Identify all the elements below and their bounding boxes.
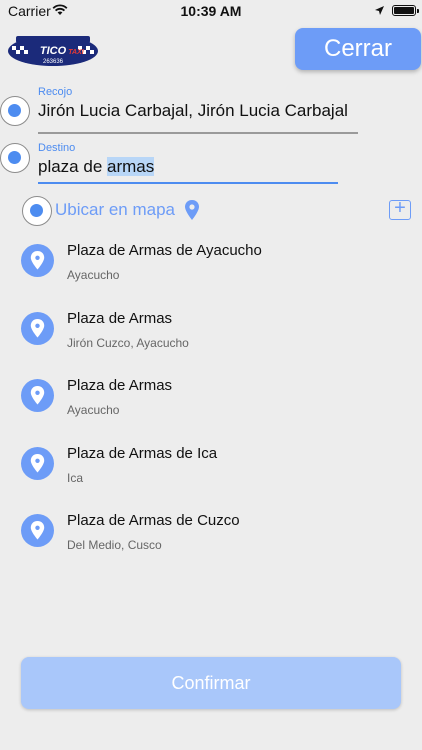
svg-text:TICO: TICO	[40, 45, 67, 57]
svg-text:263636: 263636	[43, 59, 64, 65]
result-title: Plaza de Armas de Ayacucho	[67, 242, 262, 259]
pickup-underline	[38, 132, 358, 134]
destination-underline	[38, 182, 338, 184]
pickup-label: Recojo	[38, 86, 73, 98]
battery-icon	[392, 5, 419, 16]
pickup-input[interactable]: Jirón Lucia Carbajal, Jirón Lucia Carbaj…	[38, 101, 348, 121]
close-button[interactable]: Cerrar	[295, 28, 421, 70]
svg-text:TAXI: TAXI	[68, 49, 84, 56]
result-item[interactable]: Plaza de Armas Ayacucho	[0, 373, 422, 437]
result-title: Plaza de Armas	[67, 310, 173, 327]
destination-input[interactable]: plaza de armas	[38, 157, 155, 177]
result-title: Plaza de Armas	[67, 377, 173, 394]
result-item[interactable]: Plaza de Armas de Ica Ica	[0, 441, 422, 505]
location-arrow-icon	[375, 6, 384, 15]
result-title: Plaza de Armas de Ica	[67, 445, 218, 462]
location-pin-icon	[21, 312, 54, 345]
result-subtitle: Del Medio, Cusco	[67, 538, 162, 552]
confirm-button[interactable]: Confirmar	[21, 657, 401, 709]
map-pin-icon[interactable]	[184, 199, 200, 221]
destination-text: plaza de	[38, 157, 107, 176]
location-pin-icon	[21, 379, 54, 412]
status-bar: Carrier 10:39 AM	[0, 0, 422, 22]
result-subtitle: Ayacucho	[67, 268, 120, 282]
result-subtitle: Ica	[67, 471, 84, 485]
destination-label: Destino	[38, 142, 76, 154]
result-subtitle: Jirón Cuzco, Ayacucho	[67, 336, 189, 350]
result-title: Plaza de Armas de Cuzco	[67, 512, 240, 529]
pickup-radio[interactable]	[0, 96, 30, 126]
destination-radio[interactable]	[0, 143, 30, 173]
clock: 10:39 AM	[180, 3, 242, 19]
add-stop-button[interactable]: +	[389, 198, 411, 220]
app-logo: TICO TAXI 263636	[8, 36, 98, 66]
result-item[interactable]: Plaza de Armas de Ayacucho Ayacucho	[0, 238, 422, 302]
locate-on-map-button[interactable]: Ubicar en mapa	[55, 200, 175, 220]
location-pin-icon	[21, 514, 54, 547]
destination-selected-text: armas	[107, 157, 155, 176]
location-pin-icon	[21, 447, 54, 480]
result-subtitle: Ayacucho	[67, 403, 120, 417]
map-radio[interactable]	[22, 196, 52, 226]
result-item[interactable]: Plaza de Armas Jirón Cuzco, Ayacucho	[0, 306, 422, 370]
location-pin-icon	[21, 244, 54, 277]
result-item[interactable]: Plaza de Armas de Cuzco Del Medio, Cusco	[0, 508, 422, 572]
